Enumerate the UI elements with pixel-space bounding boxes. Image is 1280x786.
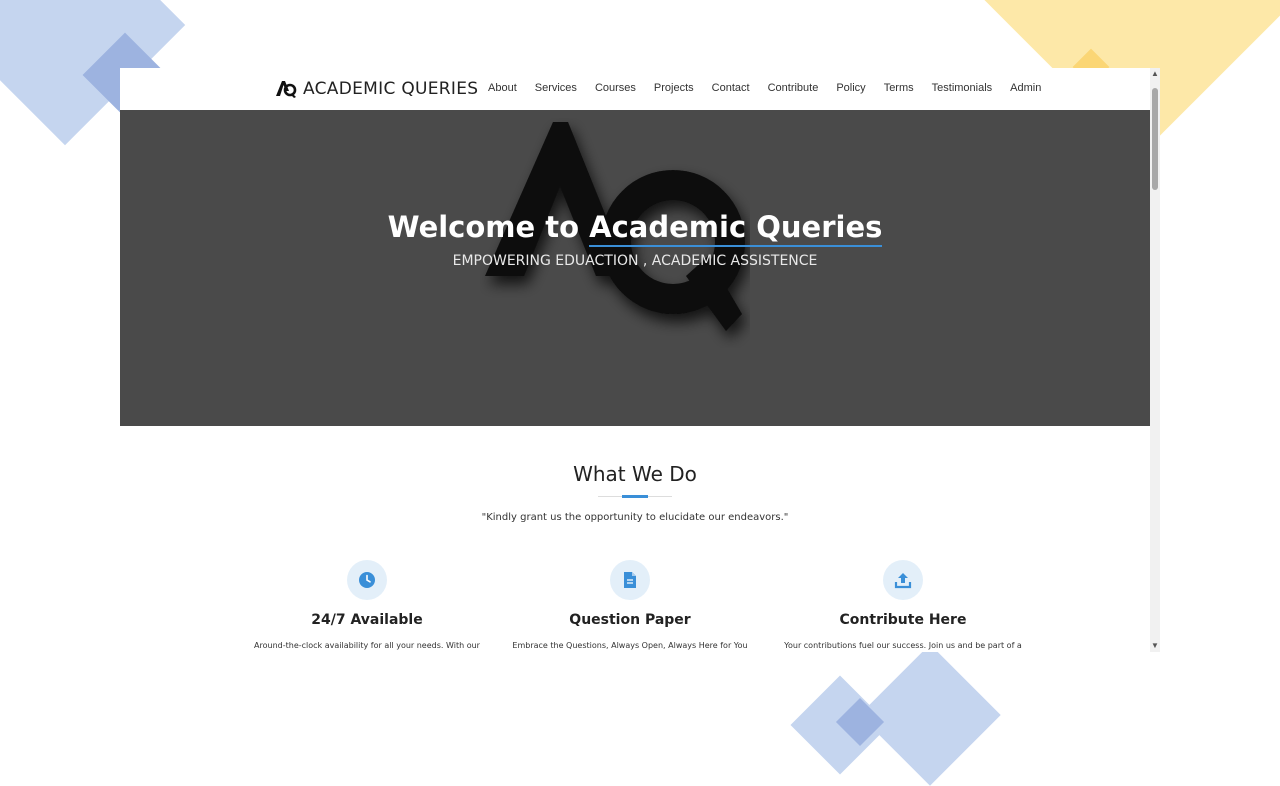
hero-subtitle: EMPOWERING EDUACTION , ACADEMIC ASSISTEN…: [452, 253, 818, 269]
feature-desc: Your contributions fuel our success. Joi…: [784, 641, 1022, 650]
nav-link-services[interactable]: Services: [535, 82, 577, 94]
feature-card: Question Paper Embrace the Questions, Al…: [500, 560, 760, 650]
hero-banner: Welcome to Academic Queries EMPOWERING E…: [120, 110, 1150, 426]
section-title: What We Do: [573, 462, 697, 486]
decor-shape: [859, 644, 1001, 786]
vertical-scrollbar[interactable]: ▲ ▼: [1150, 68, 1160, 652]
feature-card: 24/7 Available Around-the-clock availabi…: [237, 560, 497, 650]
nav-link-contact[interactable]: Contact: [712, 82, 750, 94]
brand-name: ACADEMIC QUERIES: [303, 79, 479, 99]
scroll-down-arrow-icon[interactable]: ▼: [1151, 642, 1159, 650]
nav-link-contribute[interactable]: Contribute: [768, 82, 819, 94]
nav-link-policy[interactable]: Policy: [836, 82, 865, 94]
brand[interactable]: ACADEMIC QUERIES: [275, 77, 478, 101]
section-divider-accent: [622, 495, 648, 498]
navbar: ACADEMIC QUERIES About Services Courses …: [120, 68, 1150, 110]
browser-viewport: ACADEMIC QUERIES About Services Courses …: [120, 68, 1160, 652]
scrollbar-thumb[interactable]: [1152, 88, 1158, 190]
hero-title: Welcome to Academic Queries: [120, 210, 1150, 247]
nav-link-projects[interactable]: Projects: [654, 82, 694, 94]
aq-logo-icon: [276, 81, 297, 98]
clock-icon: [347, 560, 387, 600]
nav-link-terms[interactable]: Terms: [884, 82, 914, 94]
section-quote: "Kindly grant us the opportunity to eluc…: [481, 512, 789, 523]
hero-title-accent: Academic Queries: [589, 210, 883, 247]
scroll-up-arrow-icon[interactable]: ▲: [1151, 70, 1159, 78]
nav-link-about[interactable]: About: [488, 82, 517, 94]
document-icon: [610, 560, 650, 600]
nav-link-testimonials[interactable]: Testimonials: [932, 82, 993, 94]
upload-icon: [883, 560, 923, 600]
feature-title: Contribute Here: [839, 612, 967, 628]
hero-title-prefix: Welcome to: [387, 210, 590, 244]
feature-desc: Embrace the Questions, Always Open, Alwa…: [512, 641, 748, 650]
feature-card: Contribute Here Your contributions fuel …: [773, 560, 1033, 650]
nav-link-admin[interactable]: Admin: [1010, 82, 1041, 94]
nav-link-courses[interactable]: Courses: [595, 82, 636, 94]
nav-links: About Services Courses Projects Contact …: [488, 82, 1059, 94]
feature-desc: Around-the-clock availability for all yo…: [254, 641, 480, 650]
feature-title: 24/7 Available: [311, 612, 423, 628]
feature-title: Question Paper: [569, 612, 691, 628]
